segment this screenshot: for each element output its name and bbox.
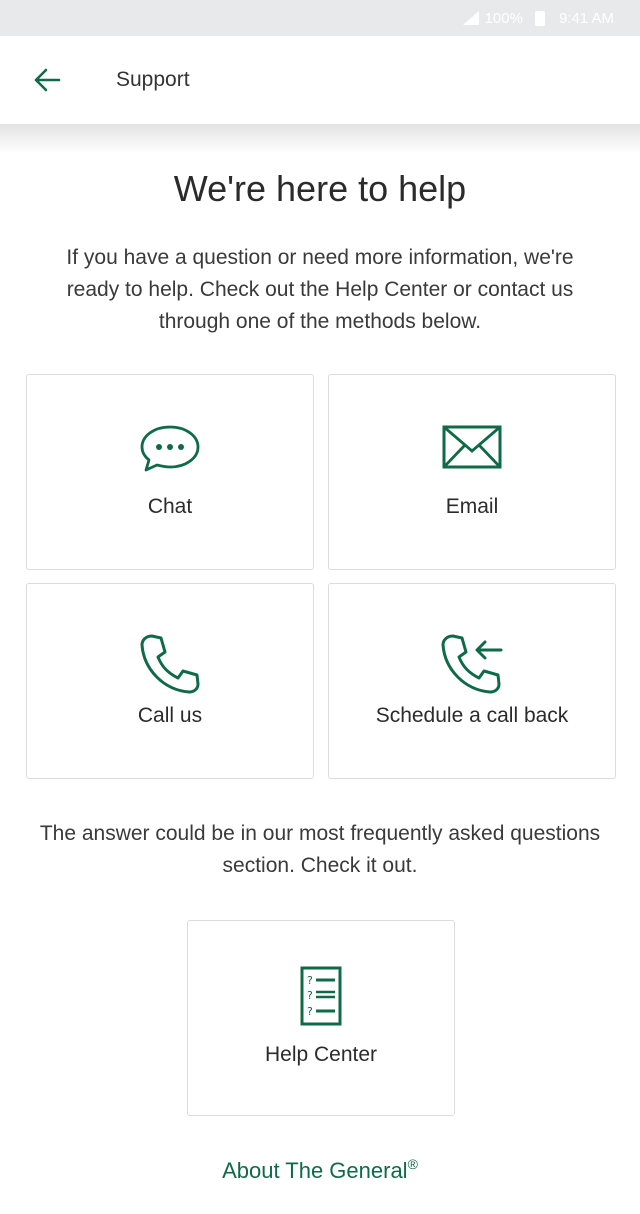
schedule-call-back-label: Schedule a call back <box>375 704 569 727</box>
about-link-label: About The General <box>222 1158 408 1183</box>
phone-icon <box>140 634 200 694</box>
svg-text:?: ? <box>307 1005 313 1018</box>
email-button[interactable]: Email <box>328 374 616 570</box>
battery-percent: 100% <box>484 9 523 27</box>
page-title: Support <box>116 68 190 91</box>
schedule-call-back-button[interactable]: Schedule a call back <box>328 583 616 779</box>
envelope-icon <box>442 425 502 469</box>
chat-bubble-icon <box>140 425 200 472</box>
back-button[interactable] <box>22 55 72 105</box>
svg-text:?: ? <box>307 974 313 987</box>
faq-text: The answer could be in our most frequent… <box>39 822 601 877</box>
call-us-button[interactable]: Call us <box>26 583 314 779</box>
status-bar: 100% 9:41 AM <box>0 0 640 36</box>
signal-icon <box>462 11 479 25</box>
clock: 9:41 AM <box>558 9 614 27</box>
chat-button[interactable]: Chat <box>26 374 314 570</box>
chat-label: Chat <box>147 495 193 518</box>
about-the-general-link[interactable]: About The General® <box>0 1156 640 1184</box>
phone-callback-icon <box>441 634 503 694</box>
svg-text:?: ? <box>307 989 313 1002</box>
call-us-label: Call us <box>137 704 203 727</box>
header-shadow <box>0 124 640 154</box>
intro-text: If you have a question or need more info… <box>66 246 574 333</box>
battery-icon <box>534 10 545 26</box>
headline: We're here to help <box>173 168 467 209</box>
arrow-left-icon <box>34 68 61 92</box>
help-center-button[interactable]: ? ? ? Help Center <box>187 920 455 1116</box>
registered-mark: ® <box>407 1156 418 1172</box>
faq-document-icon: ? ? ? <box>300 966 342 1026</box>
app-bar: Support <box>0 36 640 124</box>
help-center-label: Help Center <box>264 1043 378 1066</box>
email-label: Email <box>445 495 499 518</box>
